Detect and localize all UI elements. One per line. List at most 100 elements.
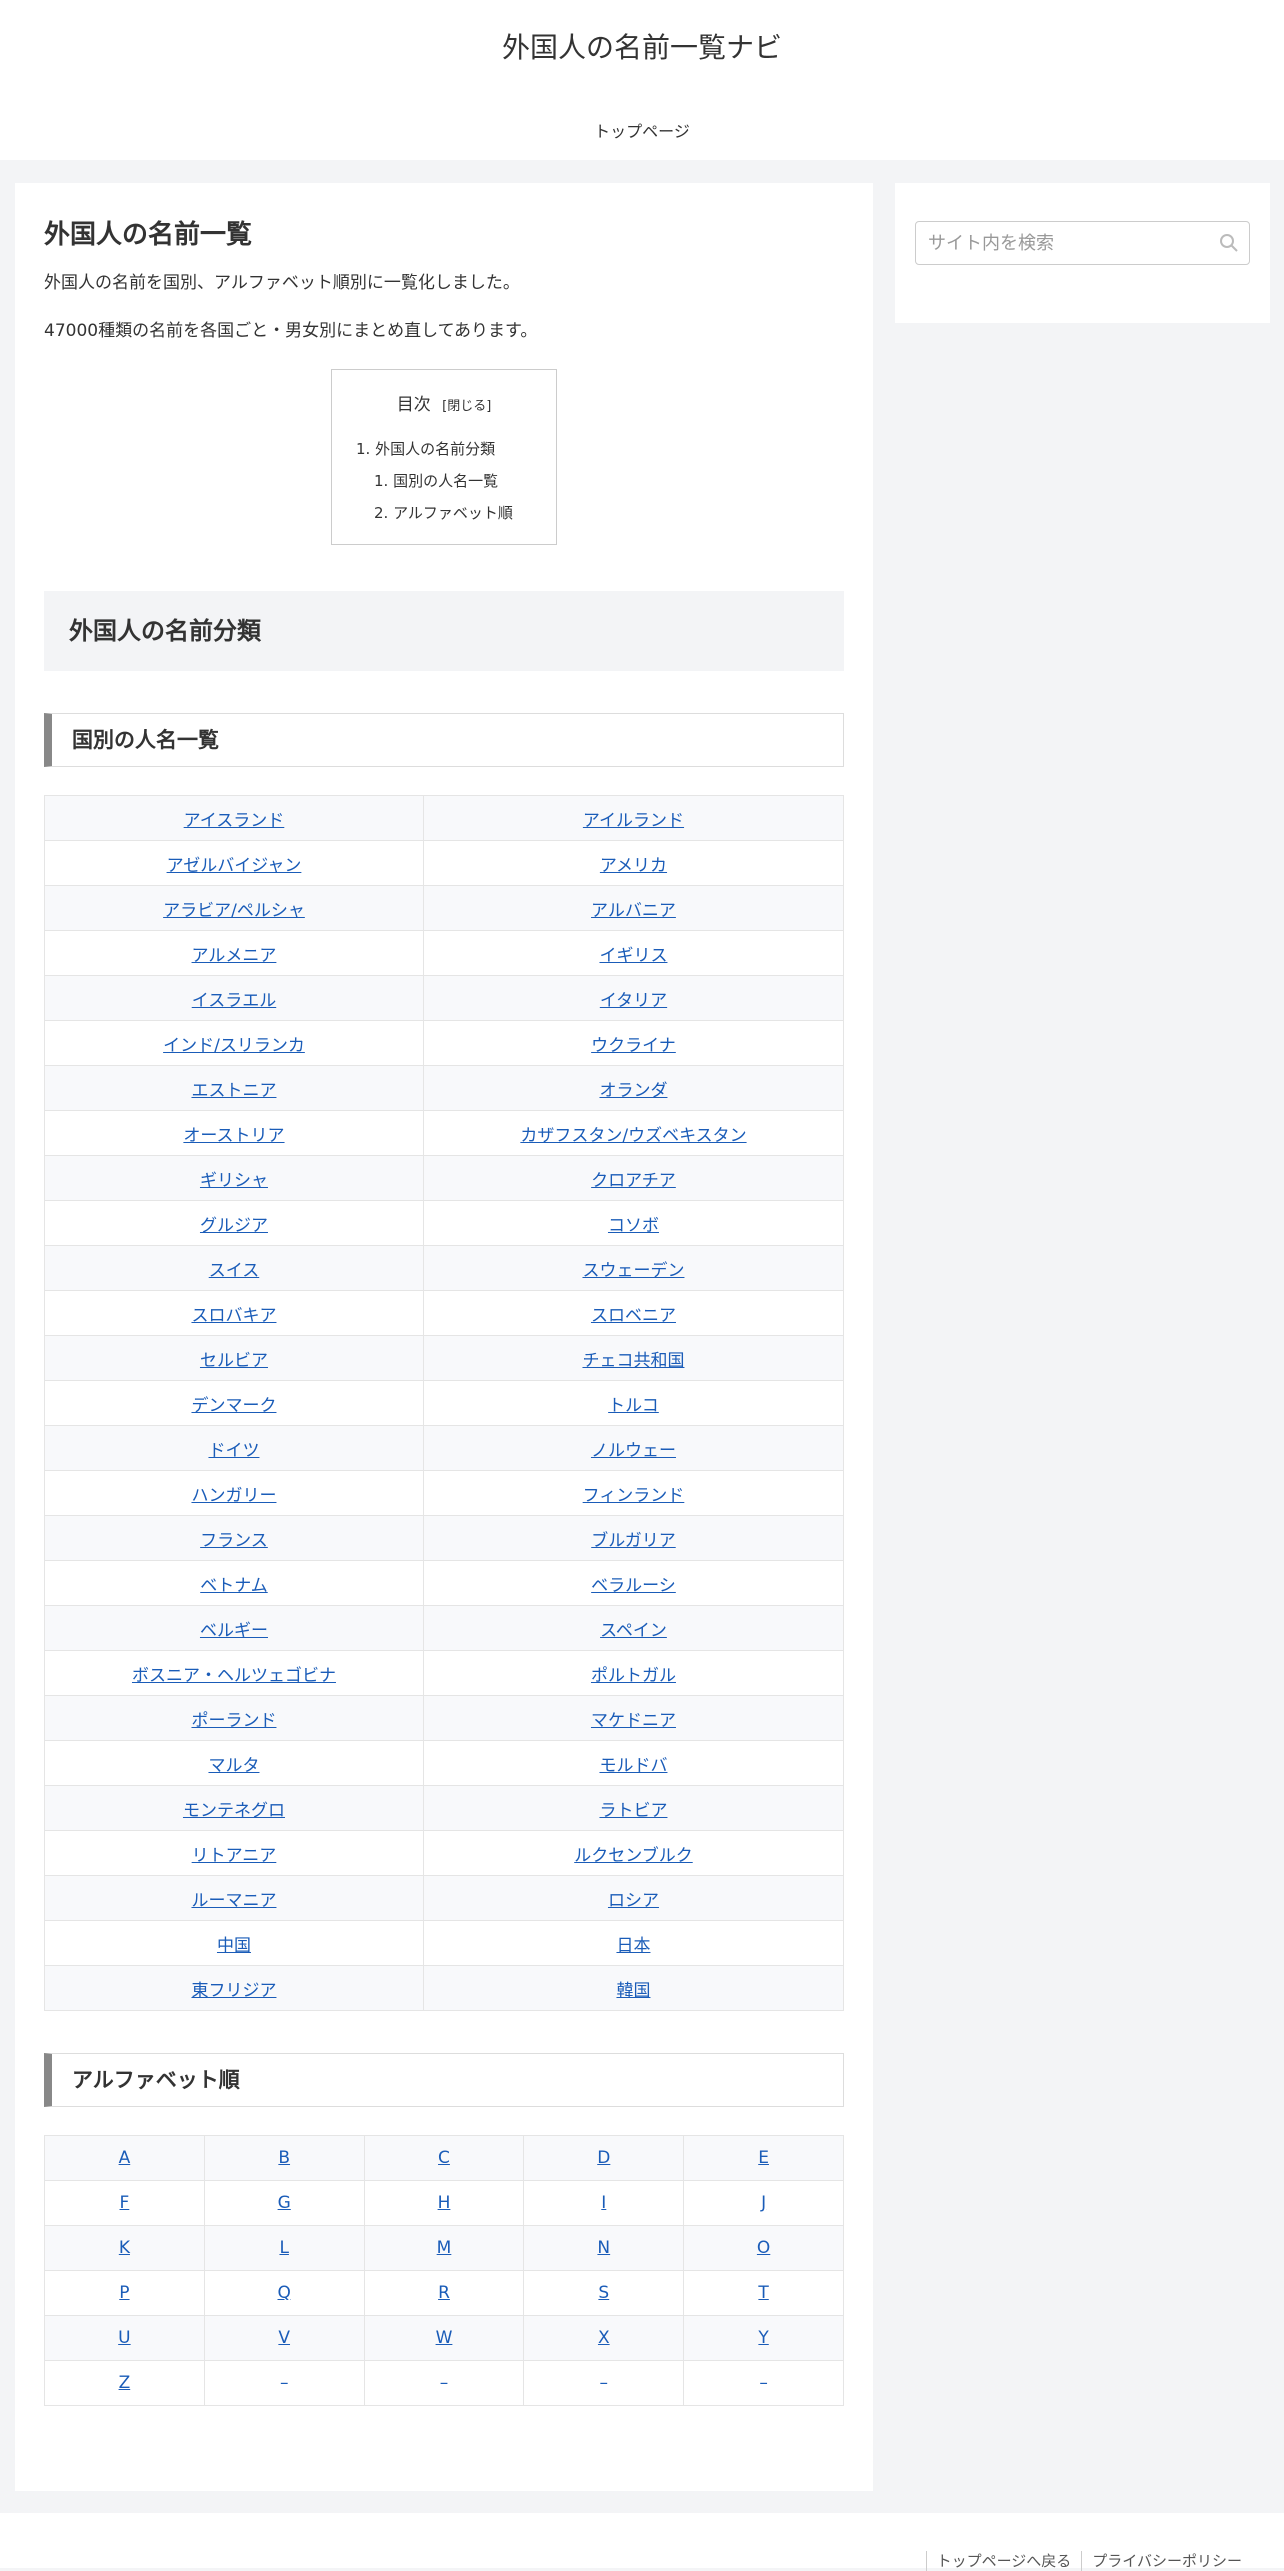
- country-link[interactable]: アイルランド: [583, 811, 684, 831]
- toc-toggle[interactable]: [閉じる]: [442, 399, 491, 414]
- letter-link[interactable]: E: [758, 2148, 769, 2168]
- country-link[interactable]: トルコ: [608, 1396, 659, 1416]
- country-link[interactable]: 中国: [217, 1936, 251, 1956]
- country-link[interactable]: インド/スリランカ: [163, 1036, 305, 1056]
- letter-link[interactable]: L: [279, 2238, 288, 2258]
- country-link[interactable]: リトアニア: [192, 1846, 277, 1866]
- letter-link[interactable]: Y: [758, 2328, 768, 2348]
- footer-link-top[interactable]: トップページへ戻る: [925, 2551, 1082, 2571]
- letter-link[interactable]: P: [119, 2283, 129, 2303]
- country-link[interactable]: フランス: [200, 1531, 268, 1551]
- letter-link[interactable]: R: [438, 2283, 450, 2303]
- country-link[interactable]: コソボ: [608, 1216, 659, 1236]
- letter-link[interactable]: M: [437, 2238, 452, 2258]
- country-link[interactable]: ボスニア・ヘルツェゴビナ: [132, 1666, 336, 1686]
- country-link[interactable]: ベトナム: [200, 1576, 268, 1596]
- table-row: ハンガリー フィンランド: [44, 1470, 845, 1516]
- country-link[interactable]: ブルガリア: [591, 1531, 676, 1551]
- country-link[interactable]: イタリア: [600, 991, 667, 1011]
- country-link[interactable]: アゼルバイジャン: [167, 856, 302, 876]
- country-link[interactable]: イスラエル: [192, 991, 277, 1011]
- letter-link[interactable]: U: [118, 2328, 130, 2348]
- country-link[interactable]: ラトビア: [599, 1801, 667, 1821]
- country-link[interactable]: ハンガリー: [191, 1486, 276, 1506]
- letter-link[interactable]: S: [598, 2283, 609, 2303]
- footer-link-privacy[interactable]: プライバシーポリシー: [1081, 2551, 1252, 2571]
- letter-link[interactable]: X: [598, 2328, 610, 2348]
- search-icon[interactable]: [1219, 233, 1239, 253]
- toc-item[interactable]: 2. アルファベット順: [356, 497, 556, 529]
- letter-link[interactable]: T: [758, 2283, 768, 2303]
- country-link[interactable]: ウクライナ: [591, 1036, 676, 1056]
- table-cell: J: [683, 2180, 844, 2226]
- search-input[interactable]: [916, 222, 1249, 264]
- country-link[interactable]: ポーランド: [191, 1711, 276, 1731]
- country-link[interactable]: スウェーデン: [582, 1261, 684, 1281]
- table-cell: アイスランド: [44, 795, 424, 841]
- letter-link[interactable]: D: [597, 2148, 610, 2168]
- country-link[interactable]: チェコ共和国: [582, 1351, 684, 1371]
- country-link[interactable]: ベラルーシ: [591, 1576, 676, 1596]
- country-link[interactable]: アルバニア: [591, 901, 676, 921]
- country-link[interactable]: フィンランド: [583, 1486, 685, 1506]
- country-link[interactable]: 東フリジア: [191, 1981, 276, 2001]
- letter-link[interactable]: G: [278, 2193, 291, 2213]
- country-link[interactable]: エストニア: [191, 1081, 276, 1101]
- letter-link[interactable]: H: [438, 2193, 451, 2213]
- letter-link[interactable]: O: [757, 2238, 770, 2258]
- country-link[interactable]: イギリス: [599, 946, 667, 966]
- letter-link[interactable]: C: [438, 2148, 450, 2168]
- table-cell: トルコ: [422, 1380, 845, 1426]
- site-title[interactable]: 外国人の名前一覧ナビ: [0, 26, 1284, 66]
- country-link[interactable]: モルドバ: [599, 1756, 667, 1776]
- letter-link[interactable]: F: [120, 2193, 130, 2213]
- country-link[interactable]: 日本: [616, 1936, 650, 1956]
- table-cell: クロアチア: [422, 1155, 845, 1201]
- letter-link[interactable]: V: [278, 2328, 290, 2348]
- country-link[interactable]: クロアチア: [591, 1171, 676, 1191]
- table-cell: デンマーク: [44, 1380, 424, 1426]
- country-link[interactable]: スイス: [209, 1261, 260, 1281]
- country-link[interactable]: グルジア: [200, 1216, 268, 1236]
- country-link[interactable]: アルメニア: [192, 946, 277, 966]
- country-link[interactable]: ポルトガル: [591, 1666, 676, 1686]
- country-link[interactable]: ロシア: [608, 1891, 659, 1911]
- country-link[interactable]: ノルウェー: [591, 1441, 676, 1461]
- letter-link[interactable]: A: [119, 2148, 131, 2168]
- letter-link[interactable]: Q: [278, 2283, 291, 2303]
- country-link[interactable]: 韓国: [616, 1981, 650, 2001]
- letter-link[interactable]: Z: [119, 2373, 131, 2393]
- country-link[interactable]: ドイツ: [208, 1441, 259, 1461]
- country-link[interactable]: スロベニア: [591, 1306, 676, 1326]
- country-link[interactable]: マルタ: [208, 1756, 259, 1776]
- toc-item[interactable]: 1. 外国人の名前分類: [356, 433, 556, 465]
- nav-item-top[interactable]: トップページ: [594, 122, 690, 141]
- letter-link[interactable]: K: [119, 2238, 130, 2258]
- country-link[interactable]: オランダ: [599, 1081, 667, 1101]
- country-link[interactable]: スロバキア: [191, 1306, 276, 1326]
- alphabet-heading: アルファベット順: [44, 2053, 844, 2107]
- letter-link[interactable]: J: [761, 2193, 766, 2213]
- letter-link[interactable]: N: [597, 2238, 610, 2258]
- country-link[interactable]: ギリシャ: [200, 1171, 268, 1191]
- country-link[interactable]: アイスランド: [184, 811, 285, 831]
- table-cell: L: [203, 2225, 365, 2271]
- country-link[interactable]: マケドニア: [591, 1711, 676, 1731]
- country-link[interactable]: ルーマニア: [191, 1891, 276, 1911]
- table-cell: ブルガリア: [422, 1515, 845, 1561]
- country-link[interactable]: オーストリア: [183, 1126, 284, 1146]
- country-link[interactable]: アラビア/ペルシャ: [163, 901, 305, 921]
- letter-link[interactable]: W: [436, 2328, 453, 2348]
- country-link[interactable]: ルクセンブルク: [574, 1846, 693, 1866]
- table-cell: インド/スリランカ: [44, 1020, 424, 1066]
- letter-link[interactable]: I: [601, 2193, 606, 2213]
- country-link[interactable]: アメリカ: [600, 856, 667, 876]
- country-link[interactable]: カザフスタン/ウズベキスタン: [520, 1126, 746, 1146]
- letter-link[interactable]: B: [278, 2148, 290, 2168]
- country-link[interactable]: セルビア: [200, 1351, 268, 1371]
- country-link[interactable]: モンテネグロ: [183, 1801, 285, 1821]
- country-link[interactable]: ベルギー: [200, 1621, 268, 1641]
- country-link[interactable]: スペイン: [600, 1621, 667, 1641]
- toc-item[interactable]: 1. 国別の人名一覧: [356, 465, 556, 497]
- country-link[interactable]: デンマーク: [191, 1396, 276, 1416]
